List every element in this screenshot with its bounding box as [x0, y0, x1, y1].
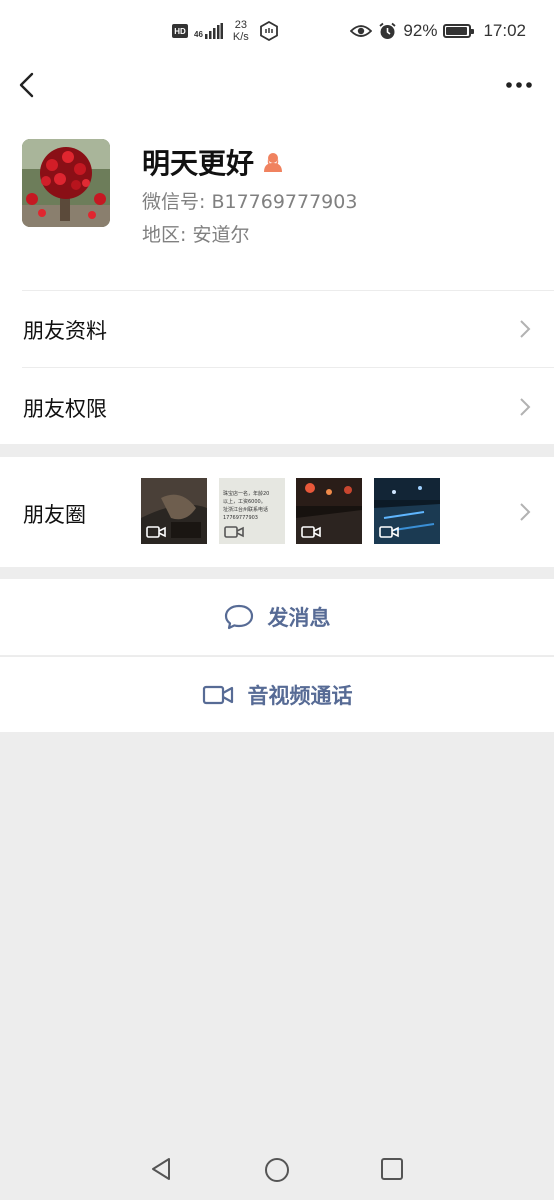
video-icon — [301, 526, 321, 538]
eye-icon — [350, 25, 373, 37]
profile-header: 明天更好 微信号: B17769777903 地区: 安道尔 — [0, 108, 554, 290]
nav-bar — [0, 62, 554, 108]
avatar[interactable] — [22, 139, 110, 227]
network-type: 46 — [194, 30, 203, 39]
friend-info-row[interactable]: 朋友资料 — [0, 290, 554, 367]
battery-percent: 92% — [403, 21, 438, 40]
video-icon — [379, 526, 399, 538]
signal-icon — [204, 23, 223, 39]
battery-level — [446, 27, 467, 35]
network-indicator: 46 — [194, 23, 223, 39]
divider — [22, 290, 554, 291]
friend-permissions-row[interactable]: 朋友权限 — [0, 367, 554, 444]
av-call-button[interactable]: 音视频通话 — [0, 656, 554, 732]
av-call-label: 音视频通话 — [247, 683, 353, 708]
video-icon — [224, 526, 244, 538]
back-button[interactable] — [12, 68, 46, 102]
name-row: 明天更好 — [142, 142, 284, 182]
nickname: 明天更好 — [142, 147, 255, 180]
send-message-label: 发消息 — [267, 606, 331, 630]
chevron-right-icon — [520, 503, 531, 521]
alarm-icon — [379, 22, 396, 39]
nav-home-circle-icon[interactable] — [263, 1156, 291, 1184]
status-right: 92% 17:02 — [350, 18, 526, 44]
moments-thumbnail[interactable]: 珠宝店一名，年龄20 以上，工资6000。 址浙江台州联系电话 17769777… — [219, 478, 285, 544]
thumbnail-text-line: 17769777903 — [223, 515, 258, 521]
speed-unit: K/s — [232, 31, 249, 43]
chevron-right-icon — [520, 320, 531, 338]
region: 地区: 安道尔 — [142, 224, 250, 246]
thumbnail-text: 珠宝店一名，年龄20 以上，工资6000。 址浙江台州联系电话 17769777… — [223, 490, 283, 522]
send-message-button[interactable]: 发消息 — [0, 579, 554, 655]
moments-label: 朋友圈 — [23, 503, 86, 527]
clock: 17:02 — [483, 21, 526, 40]
more-button[interactable] — [502, 68, 536, 102]
video-icon — [146, 526, 166, 538]
moments-thumbnail[interactable] — [141, 478, 207, 544]
thumbnail-text-line: 珠宝店一名，年龄20 — [223, 491, 270, 497]
wechat-id: 微信号: B17769777903 — [142, 191, 358, 213]
thumbnail-text-line: 址浙江台州联系电话 — [223, 507, 269, 513]
more-dots-icon — [506, 82, 532, 88]
moments-thumbnail[interactable] — [374, 478, 440, 544]
video-call-icon — [202, 685, 233, 704]
friend-permissions-label: 朋友权限 — [23, 397, 107, 421]
status-bar: HD 46 23 K/s 92% 17:02 — [0, 0, 554, 62]
speed-value: 23 — [234, 19, 247, 31]
hexagon-icon — [259, 21, 278, 41]
chat-bubble-icon — [224, 604, 253, 630]
female-user-icon — [264, 153, 283, 172]
chevron-right-icon — [520, 398, 531, 416]
nav-recents-square-icon[interactable] — [379, 1156, 405, 1182]
system-navigation-bar — [0, 1140, 554, 1200]
nav-back-triangle-icon[interactable] — [148, 1156, 174, 1182]
back-arrow-icon — [19, 72, 34, 98]
divider — [22, 367, 554, 368]
friend-info-label: 朋友资料 — [23, 319, 107, 343]
hd-badge: HD — [172, 24, 188, 38]
moments-row[interactable]: 朋友圈 珠宝店一名，年龄20 以上，工资6000。 址浙江台州联系电话 1776… — [0, 457, 554, 567]
avatar-image — [22, 139, 110, 227]
network-speed: 23 K/s — [233, 19, 249, 43]
status-left: HD 46 23 K/s — [172, 16, 279, 46]
battery-icon — [443, 24, 475, 38]
thumbnail-text-line: 以上，工资6000。 — [223, 499, 266, 505]
moments-thumbnail[interactable] — [296, 478, 362, 544]
